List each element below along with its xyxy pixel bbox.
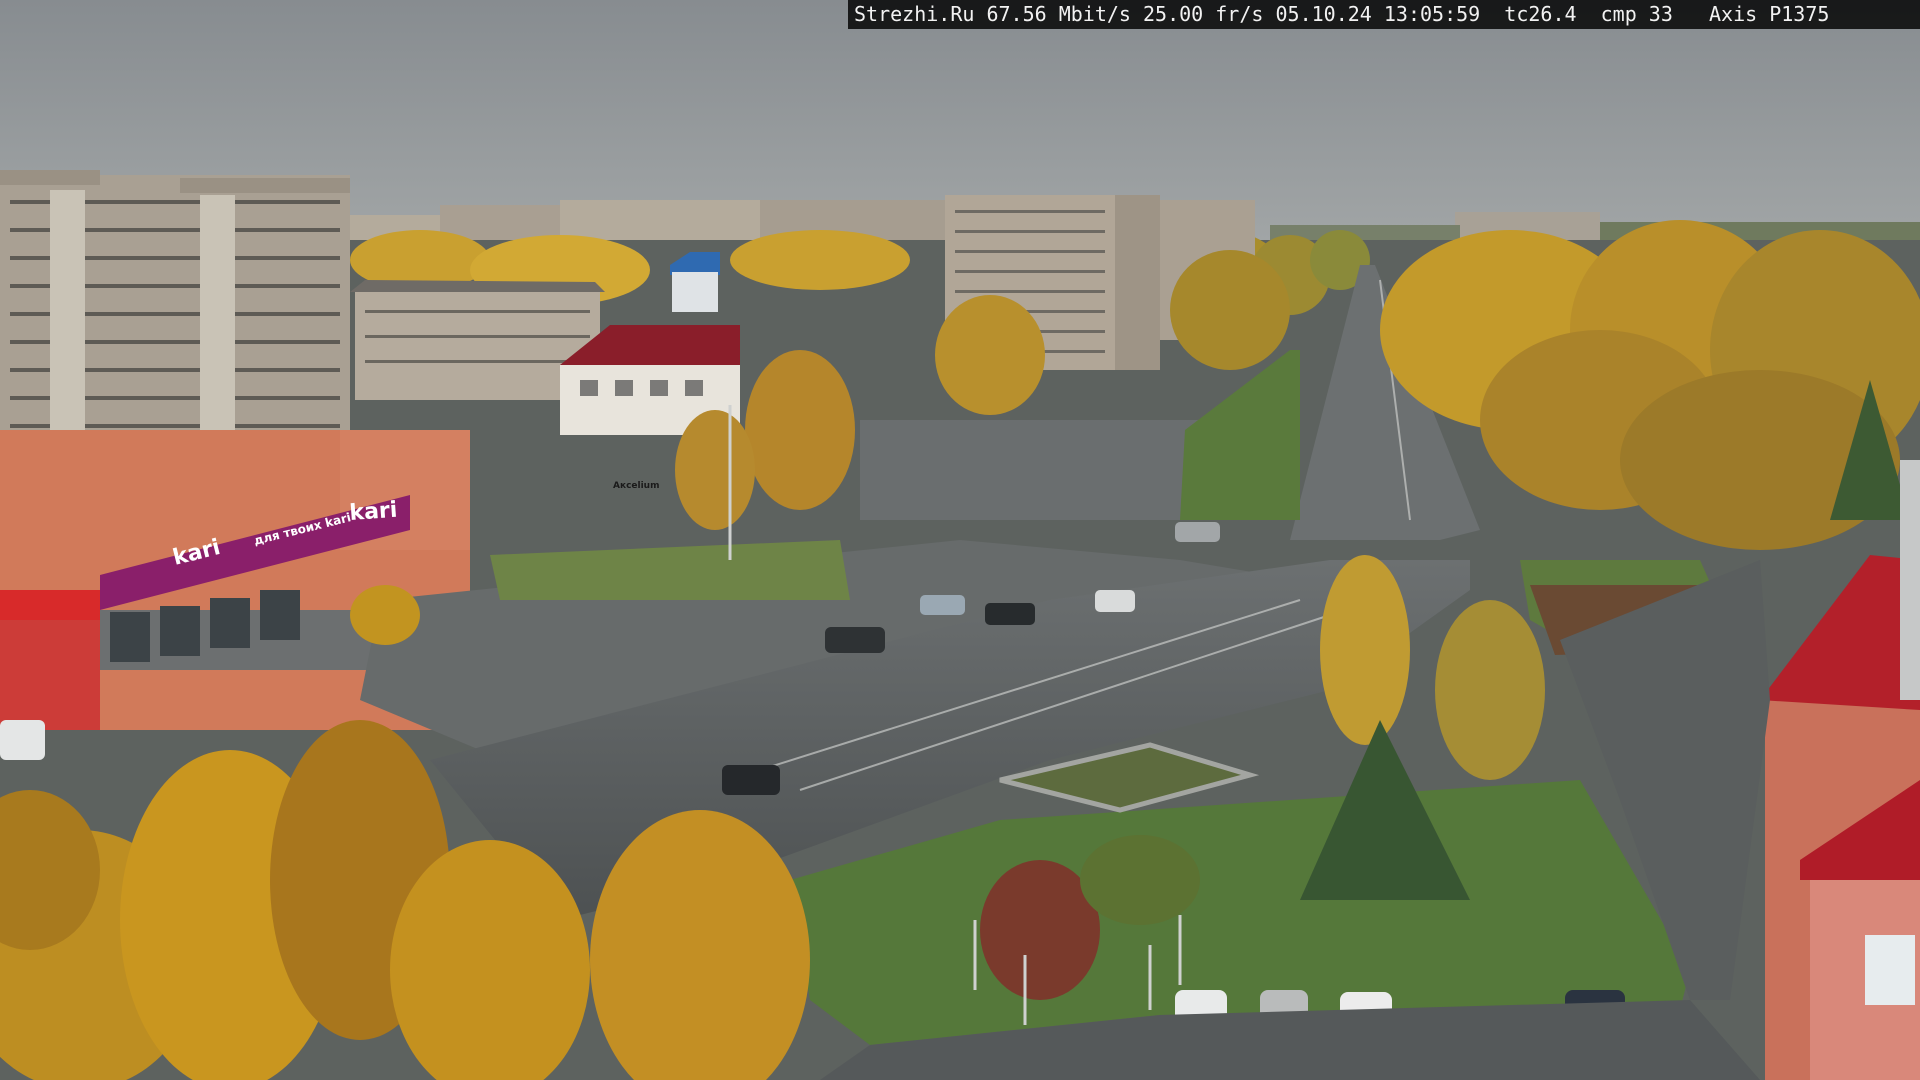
overlay-site: Strezhi.Ru <box>854 2 975 26</box>
overlay-framerate: 25.00 fr/s <box>1143 2 1264 26</box>
plaza-asphalt <box>860 420 1210 520</box>
store-sign-side: kari <box>349 498 399 526</box>
overlay-time: 13:05:59 <box>1383 2 1481 26</box>
webcam-scene: kari для твоих kari kari Акcelium Strezh… <box>0 0 1920 1080</box>
shop-sign-small: Акcelium <box>613 481 659 491</box>
town-square-photo: kari для твоих kari kari Акcelium <box>0 0 1920 1080</box>
overlay-tc: tc26.4 <box>1504 2 1577 26</box>
overlay-cmp: cmp 33 <box>1600 2 1673 26</box>
camera-status-overlay: Strezhi.Ru 67.56 Mbit/s 25.00 fr/s 05.10… <box>848 0 1920 29</box>
overlay-date: 05.10.24 <box>1275 2 1372 26</box>
overlay-camera: Axis P1375 <box>1709 2 1830 26</box>
overlay-bitrate: 67.56 Mbit/s <box>986 2 1131 26</box>
